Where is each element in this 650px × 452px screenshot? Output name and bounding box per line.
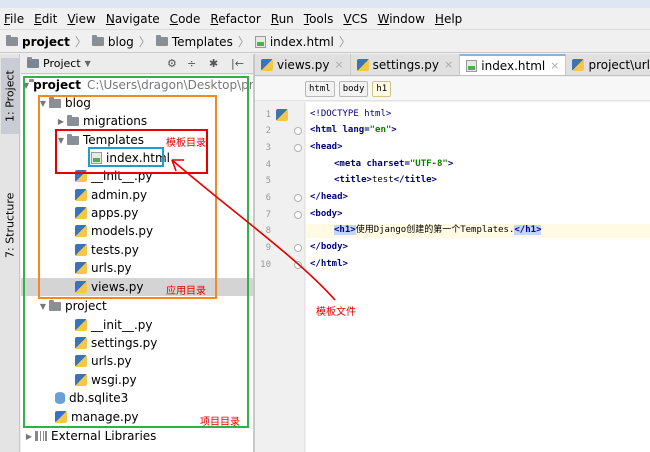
annotation-arrow: [171, 159, 336, 301]
